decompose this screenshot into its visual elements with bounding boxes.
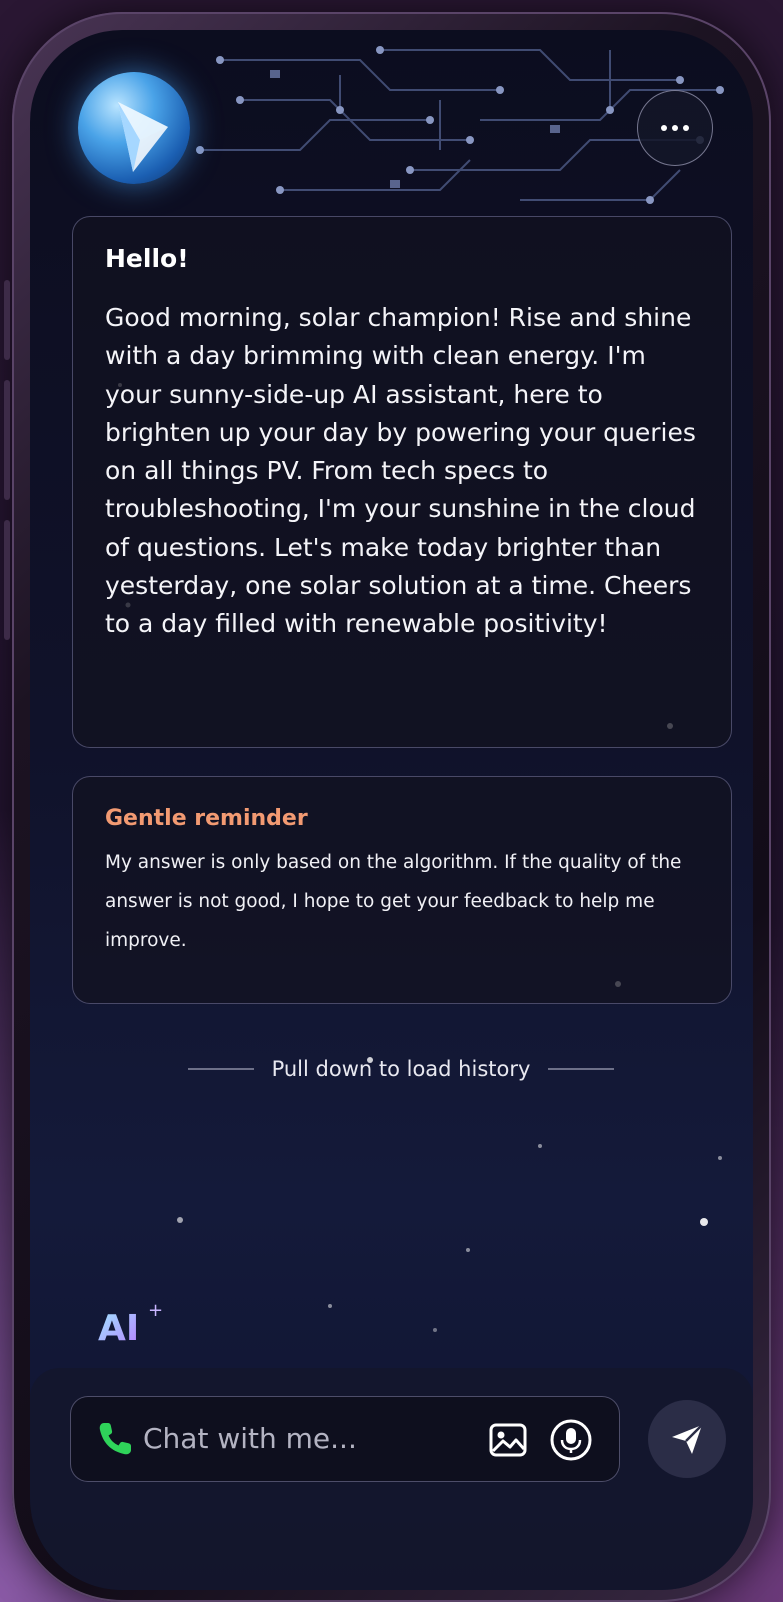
send-button[interactable] — [648, 1400, 726, 1478]
ai-badge-plus: + — [148, 1300, 163, 1321]
divider-left — [187, 1068, 254, 1070]
phone-icon[interactable] — [95, 1419, 135, 1459]
send-icon — [672, 1424, 703, 1454]
chat-input[interactable]: Chat with me... — [70, 1396, 620, 1482]
volume-down-button — [4, 380, 10, 500]
chat-input-placeholder[interactable]: Chat with me... — [143, 1421, 357, 1457]
greeting-message: Good morning, solar champion! Rise and s… — [105, 303, 696, 639]
ai-badge: AI + — [98, 1300, 168, 1349]
ai-badge-label: AI — [98, 1308, 139, 1344]
more-options-button[interactable] — [637, 90, 713, 166]
side-button — [4, 520, 10, 640]
greeting-title: Hello! — [105, 244, 189, 273]
volume-up-button — [4, 280, 10, 360]
load-history-text: Pull down to load history — [271, 1057, 531, 1081]
divider-right — [548, 1068, 615, 1070]
reminder-message: My answer is only based on the algorithm… — [105, 852, 682, 951]
load-history-hint[interactable]: Pull down to load history — [170, 1054, 632, 1084]
reminder-card: Gentle reminder My answer is only based … — [72, 776, 732, 1004]
assistant-avatar[interactable] — [78, 72, 190, 184]
app-screen: Hello! Good morning, solar champion! Ris… — [30, 30, 753, 1590]
image-icon[interactable] — [487, 1419, 529, 1461]
greeting-card: Hello! Good morning, solar champion! Ris… — [72, 216, 732, 748]
reminder-title: Gentle reminder — [105, 806, 308, 831]
more-horizontal-icon — [661, 125, 689, 131]
microphone-icon[interactable] — [549, 1418, 593, 1462]
